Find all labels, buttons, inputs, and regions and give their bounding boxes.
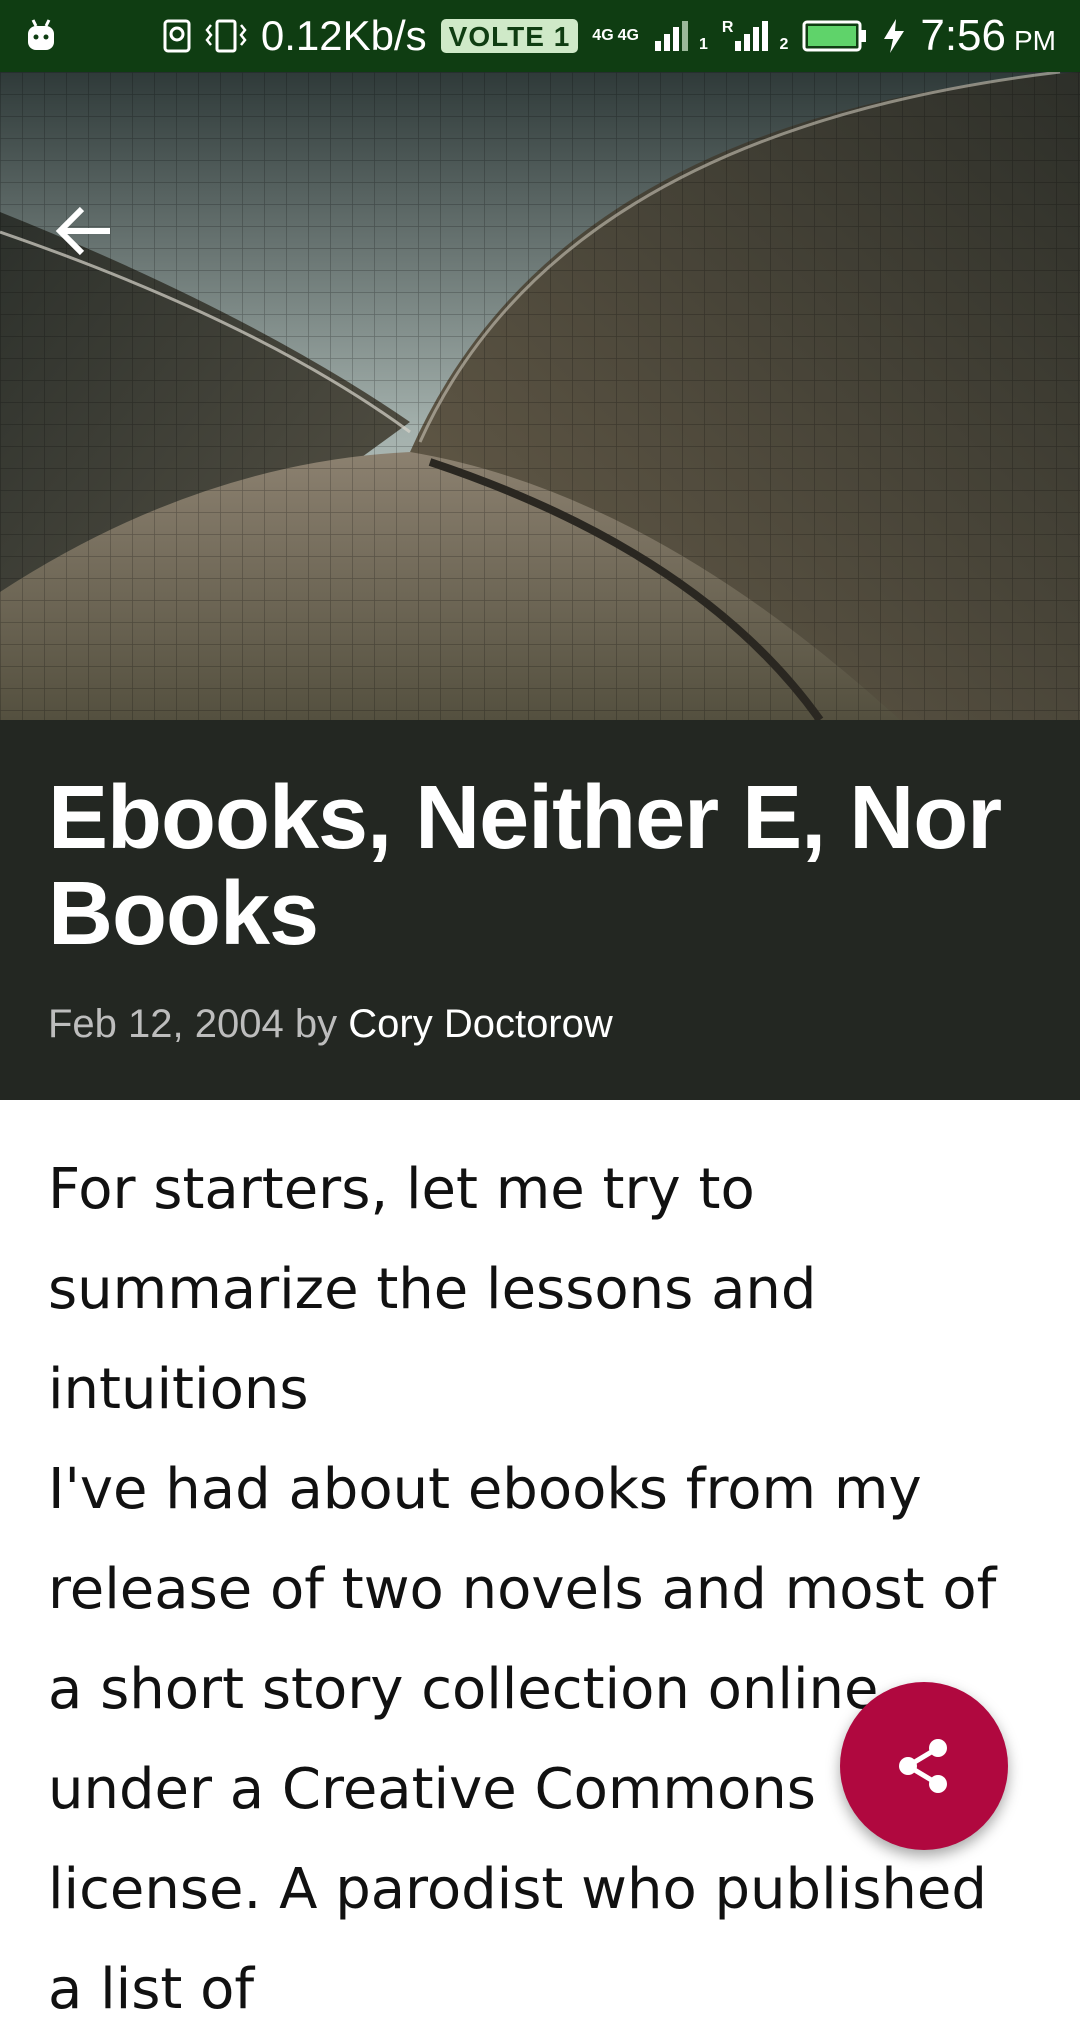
paragraph: For starters, let me try to summarize th… [48, 1157, 817, 1422]
signal-icon-sim1 [654, 21, 688, 51]
roaming-label: R [721, 19, 734, 36]
clock-ampm: PM [1014, 25, 1056, 56]
article-author[interactable]: Cory Doctorow [348, 1002, 613, 1046]
signal-icon-sim2 [735, 21, 769, 51]
header-image [0, 72, 1080, 720]
title-band: Ebooks, Neither E, Nor Books Feb 12, 200… [0, 720, 1080, 1100]
article-body: For starters, let me try to summarize th… [48, 1140, 1038, 2040]
vibrate-icon [205, 19, 247, 53]
arrow-left-icon [55, 206, 110, 256]
network-type-1: 4G [592, 27, 614, 44]
byline-prefix: by [294, 1002, 338, 1046]
volte-badge: VOLTE 1 [440, 19, 579, 53]
sim-icon [163, 19, 191, 53]
status-bar: 0.12Kb/s VOLTE 1 4G 4G 1 R 2 7:56 PM [0, 0, 1080, 72]
network-speed: 0.12Kb/s [260, 12, 427, 59]
sim1-label: 1 [698, 36, 708, 53]
article-title: Ebooks, Neither E, Nor Books [48, 768, 1002, 964]
clock: 7:56 [920, 11, 1006, 60]
article-date: Feb 12, 2004 [48, 1002, 284, 1046]
share-button[interactable] [840, 1682, 1008, 1850]
article-meta: Feb 12, 2004 by Cory Doctorow [48, 1002, 613, 1047]
back-button[interactable] [50, 196, 120, 266]
battery-icon [802, 20, 867, 52]
share-icon [899, 1739, 947, 1793]
charging-icon [884, 19, 905, 53]
sim2-label: 2 [779, 36, 789, 53]
architecture-photo [0, 72, 1080, 720]
network-type-2: 4G [617, 27, 639, 44]
android-icon [28, 19, 54, 50]
